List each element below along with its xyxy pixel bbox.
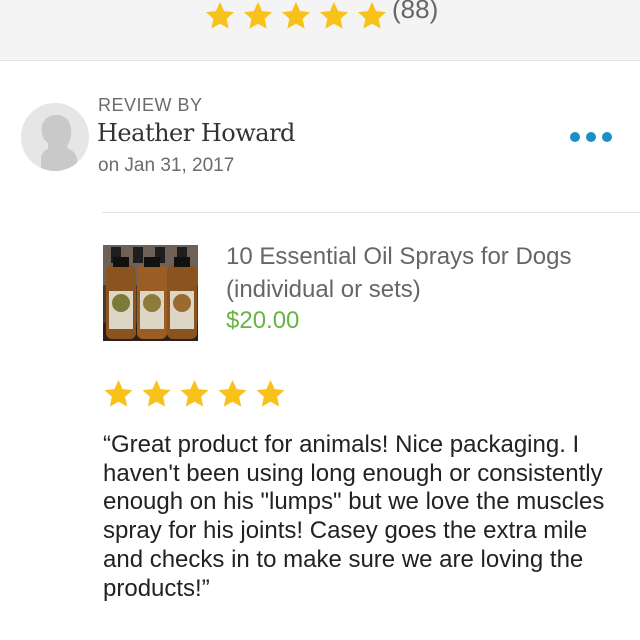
divider [102, 212, 640, 213]
more-dots-icon [570, 132, 580, 142]
star-icon [178, 378, 211, 410]
star-icon [354, 0, 390, 32]
product-price: $20.00 [226, 307, 300, 334]
star-icon [254, 378, 287, 410]
star-icon [140, 378, 173, 410]
reviewer-name[interactable]: Heather Howard [97, 119, 295, 147]
star-icon [202, 0, 238, 32]
more-options-button[interactable] [570, 127, 618, 147]
default-avatar-icon [21, 103, 89, 171]
avatar[interactable] [21, 103, 89, 171]
product-thumbnail[interactable] [103, 245, 198, 341]
review-rating-stars [102, 378, 287, 410]
product-image [103, 245, 198, 341]
review-by-label: REVIEW BY [98, 95, 203, 115]
review-date: on Jan 31, 2017 [98, 155, 235, 176]
star-icon [102, 378, 135, 410]
product-title[interactable]: 10 Essential Oil Sprays for Dogs (indivi… [226, 240, 606, 306]
more-dots-icon [586, 132, 596, 142]
review-text: “Great product for animals! Nice packagi… [103, 431, 605, 602]
star-icon [240, 0, 276, 32]
rating-summary-stars [202, 0, 390, 32]
review-count[interactable]: (88) [392, 0, 438, 25]
more-dots-icon [602, 132, 612, 142]
star-icon [316, 0, 352, 32]
rating-summary-bar: (88) [0, 0, 640, 61]
star-icon [216, 378, 249, 410]
star-icon [278, 0, 314, 32]
